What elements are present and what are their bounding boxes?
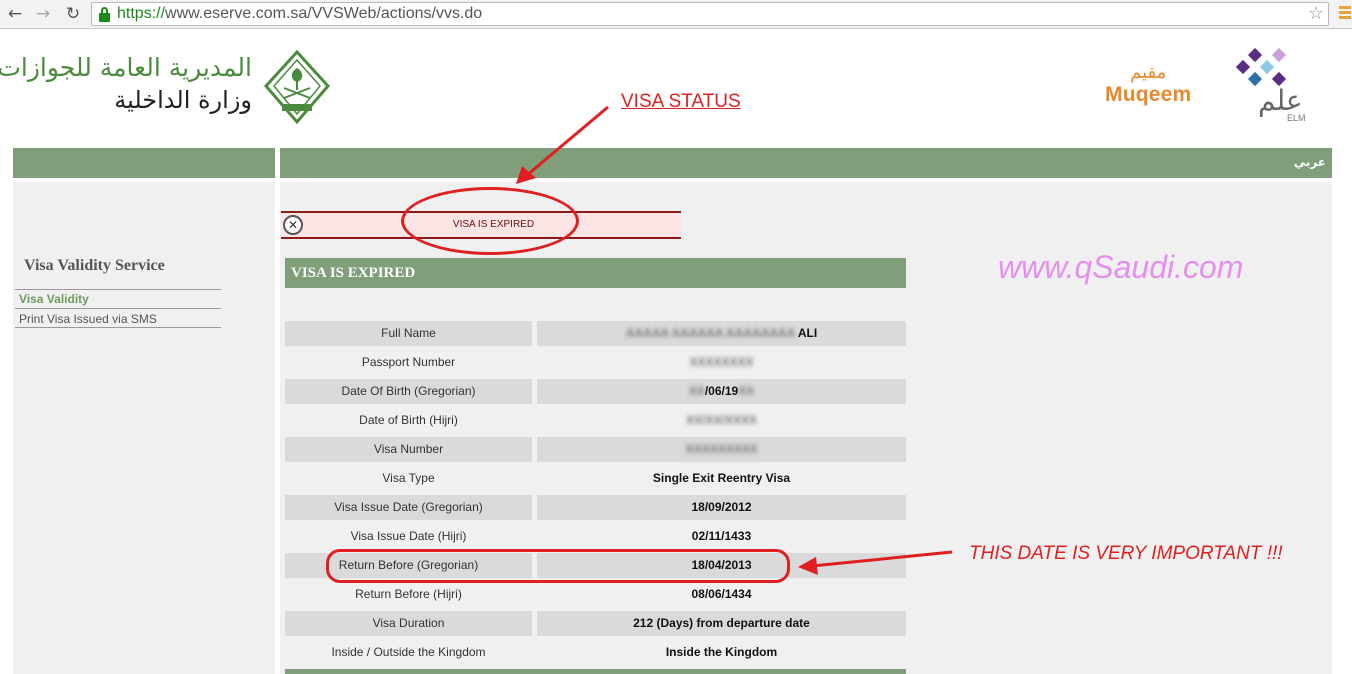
field-label: Visa Number xyxy=(285,437,532,462)
table-row: Visa Issue Date (Gregorian) 18/09/2012 xyxy=(285,494,906,523)
sidebar-panel xyxy=(13,182,275,674)
sidebar-item-visa-validity[interactable]: Visa Validity xyxy=(19,292,89,306)
field-label: Visa Duration xyxy=(285,611,532,636)
field-value: XXXXXXXX xyxy=(537,350,906,375)
visa-status-annotation: VISA STATUS xyxy=(621,91,741,112)
redacted-text: XX xyxy=(738,384,755,398)
elm-arabic: علم xyxy=(1258,84,1303,117)
status-highlight-circle xyxy=(401,187,579,255)
field-value: XX/XX/XXXX xyxy=(537,408,906,433)
table-row: Visa Type Single Exit Reentry Visa xyxy=(285,465,906,494)
menu-icon[interactable] xyxy=(1339,6,1351,20)
browser-toolbar: ← → ↻ https://www.eserve.com.sa/VVSWeb/a… xyxy=(0,0,1352,29)
return-date-highlight xyxy=(326,549,790,583)
table-row: Date Of Birth (Gregorian) XX/06/19XX xyxy=(285,378,906,407)
table-row: Inside / Outside the Kingdom Inside the … xyxy=(285,639,906,668)
sidebar-header-bar xyxy=(13,148,275,178)
arrow-right-icon[interactable]: → xyxy=(32,4,54,24)
main-header-bar: عربي xyxy=(280,148,1332,178)
name-value: ALI xyxy=(797,326,818,340)
ministry-title-line1: المديرية العامة للجوازات xyxy=(0,53,252,82)
watermark: www.qSaudi.com xyxy=(998,249,1244,285)
lock-icon xyxy=(98,7,111,22)
muqeem-arabic: مقيم xyxy=(1130,62,1167,83)
dob-value: /06/19 xyxy=(704,384,739,398)
table-row: Passport Number XXXXXXXX xyxy=(285,349,906,378)
field-value: 08/06/1434 xyxy=(691,587,752,601)
field-label: Visa Type xyxy=(382,471,435,485)
result-heading: VISA IS EXPIRED xyxy=(285,258,906,288)
field-label: Visa Issue Date (Hijri) xyxy=(350,529,467,543)
redacted-text: XX xyxy=(688,384,705,398)
arrow-left-icon[interactable]: ← xyxy=(4,4,26,24)
field-value: 02/11/1433 xyxy=(691,529,752,543)
table-row: Visa Duration 212 (Days) from departure … xyxy=(285,610,906,639)
muqeem-logo: مقيم Muqeem xyxy=(1105,62,1191,106)
url-scheme: https:// xyxy=(117,5,166,22)
redacted-text: XX/XX/XXXX xyxy=(686,413,757,427)
field-label: Passport Number xyxy=(361,355,456,369)
table-footer-bar xyxy=(285,669,906,674)
field-label: Date Of Birth (Gregorian) xyxy=(285,379,532,404)
field-value: 212 (Days) from departure date xyxy=(537,611,906,636)
redacted-text: AAAAA AAAAAA AAAAAAAA xyxy=(625,326,795,340)
field-value: XXXXXXXXX xyxy=(537,437,906,462)
field-label: Date of Birth (Hijri) xyxy=(359,413,458,427)
elm-english: ELM xyxy=(1287,113,1306,123)
field-label: Full Name xyxy=(285,321,532,346)
table-row: Visa Issue Date (Hijri) 02/11/1433 xyxy=(285,523,906,552)
field-value: Single Exit Reentry Visa xyxy=(652,471,791,485)
url-path: www.eserve.com.sa/VVSWeb/actions/vvs.do xyxy=(165,5,483,22)
field-label: Return Before (Hijri) xyxy=(355,587,462,601)
field-value: XX/06/19XX xyxy=(537,379,906,404)
url-text[interactable]: https://www.eserve.com.sa/VVSWeb/actions… xyxy=(117,5,482,23)
divider xyxy=(15,327,221,328)
muqeem-english: Muqeem xyxy=(1105,83,1192,106)
field-value: 18/09/2012 xyxy=(537,495,906,520)
table-row: Date of Birth (Hijri) XX/XX/XXXX xyxy=(285,407,906,436)
divider xyxy=(15,308,221,309)
redacted-text: XXXXXXXX xyxy=(689,355,754,369)
visa-details-table: Full Name AAAAA AAAAAA AAAAAAAA ALI Pass… xyxy=(285,320,906,668)
divider xyxy=(15,289,221,290)
field-value: Inside the Kingdom xyxy=(665,645,778,659)
sidebar-item-print-visa-sms[interactable]: Print Visa Issued via SMS xyxy=(19,312,157,326)
address-bar[interactable]: https://www.eserve.com.sa/VVSWeb/actions… xyxy=(91,2,1329,26)
field-label: Visa Issue Date (Gregorian) xyxy=(285,495,532,520)
sidebar-title: Visa Validity Service xyxy=(24,257,165,274)
ministry-title-line2: وزارة الداخلية xyxy=(114,86,252,114)
important-annotation: THIS DATE IS VERY IMPORTANT !!! xyxy=(969,543,1283,564)
table-row: Full Name AAAAA AAAAAA AAAAAAAA ALI xyxy=(285,320,906,349)
table-row: Return Before (Hijri) 08/06/1434 xyxy=(285,581,906,610)
star-icon[interactable]: ☆ xyxy=(1308,3,1324,25)
ministry-title: المديرية العامة للجوازات وزارة الداخلية xyxy=(0,52,252,116)
field-value: AAAAA AAAAAA AAAAAAAA ALI xyxy=(537,321,906,346)
redacted-text: XXXXXXXXX xyxy=(685,442,758,456)
reload-icon[interactable]: ↻ xyxy=(62,4,84,24)
saudi-emblem-icon xyxy=(263,49,331,125)
arabic-language-link[interactable]: عربي xyxy=(1294,155,1326,169)
field-label: Inside / Outside the Kingdom xyxy=(331,645,486,659)
table-row: Visa Number XXXXXXXXX xyxy=(285,436,906,465)
